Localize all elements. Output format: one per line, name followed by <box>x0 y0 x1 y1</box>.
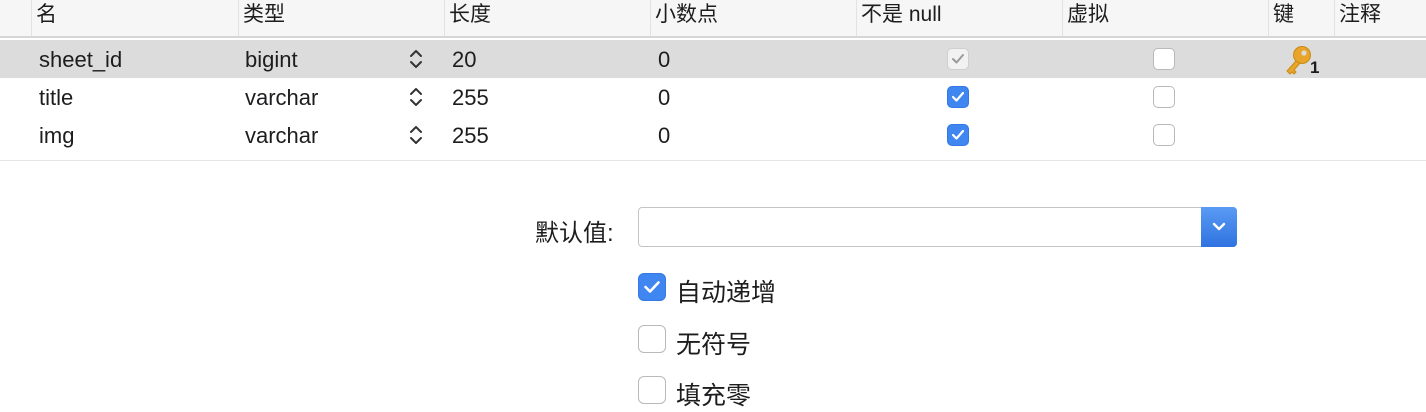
column-header-label: 名 <box>36 3 57 26</box>
field-length-cell[interactable]: 255 <box>452 78 489 116</box>
not-null-checkbox[interactable] <box>947 48 969 70</box>
not-null-checkbox[interactable] <box>947 124 969 146</box>
column-header-not-null[interactable]: 不是 null <box>856 0 1062 36</box>
zerofill-label: 填充零 <box>676 382 752 410</box>
column-header-label: 长度 <box>449 3 491 26</box>
field-name-cell[interactable]: img <box>39 116 74 154</box>
virtual-checkbox[interactable] <box>1153 48 1175 70</box>
field-length-cell[interactable]: 255 <box>452 116 489 154</box>
column-header-name[interactable]: 名 <box>31 0 240 36</box>
key-index: 1 <box>1310 58 1320 77</box>
table-header: 名 类型 长度 小数点 不是 null 虚拟 键 注释 <box>0 0 1426 38</box>
column-header-decimals[interactable]: 小数点 <box>650 0 856 36</box>
field-decimals-cell[interactable]: 0 <box>658 116 670 154</box>
not-null-checkbox[interactable] <box>947 86 969 108</box>
field-name-cell[interactable]: title <box>39 78 73 116</box>
up-down-chevron-icon[interactable] <box>406 116 426 154</box>
field-length-cell[interactable]: 20 <box>452 40 476 78</box>
chevron-down-icon[interactable] <box>1201 207 1237 247</box>
table-row[interactable]: sheet_id bigint 20 0 1 <box>0 40 1426 78</box>
field-decimals-cell[interactable]: 0 <box>658 40 670 78</box>
field-type-cell[interactable]: bigint <box>245 40 298 78</box>
column-header-label: 小数点 <box>655 3 718 26</box>
virtual-checkbox[interactable] <box>1153 86 1175 108</box>
table-row[interactable]: img varchar 255 0 <box>0 116 1426 154</box>
up-down-chevron-icon[interactable] <box>406 78 426 116</box>
column-header-label: 键 <box>1273 3 1294 26</box>
column-header-virtual[interactable]: 虚拟 <box>1062 0 1268 36</box>
zerofill-checkbox[interactable] <box>638 376 666 404</box>
column-header-comment[interactable]: 注释 <box>1334 0 1426 36</box>
table-divider <box>0 160 1426 161</box>
field-name-cell[interactable]: sheet_id <box>39 40 122 78</box>
column-header-length[interactable]: 长度 <box>444 0 650 36</box>
column-header-label: 类型 <box>243 3 285 26</box>
auto-increment-checkbox[interactable] <box>638 273 666 301</box>
default-value-label: 默认值: <box>535 220 614 247</box>
field-type-cell[interactable]: varchar <box>245 78 318 116</box>
virtual-checkbox[interactable] <box>1153 124 1175 146</box>
up-down-chevron-icon[interactable] <box>406 40 426 78</box>
column-header-label: 虚拟 <box>1067 3 1109 26</box>
unsigned-checkbox[interactable] <box>638 325 666 353</box>
field-type-cell[interactable]: varchar <box>245 116 318 154</box>
table-row[interactable]: title varchar 255 0 <box>0 78 1426 116</box>
default-value-input[interactable] <box>645 212 1199 244</box>
field-decimals-cell[interactable]: 0 <box>658 78 670 116</box>
auto-increment-label: 自动递增 <box>676 279 777 307</box>
table-design-view: 名 类型 长度 小数点 不是 null 虚拟 键 注释 sheet_id big… <box>0 0 1426 412</box>
unsigned-label: 无符号 <box>676 331 752 359</box>
column-header-label: 不是 null <box>861 3 942 26</box>
column-header-key[interactable]: 键 <box>1268 0 1334 36</box>
column-header-label: 注释 <box>1339 3 1381 26</box>
default-value-combobox[interactable] <box>638 207 1237 247</box>
column-header-type[interactable]: 类型 <box>238 0 444 36</box>
